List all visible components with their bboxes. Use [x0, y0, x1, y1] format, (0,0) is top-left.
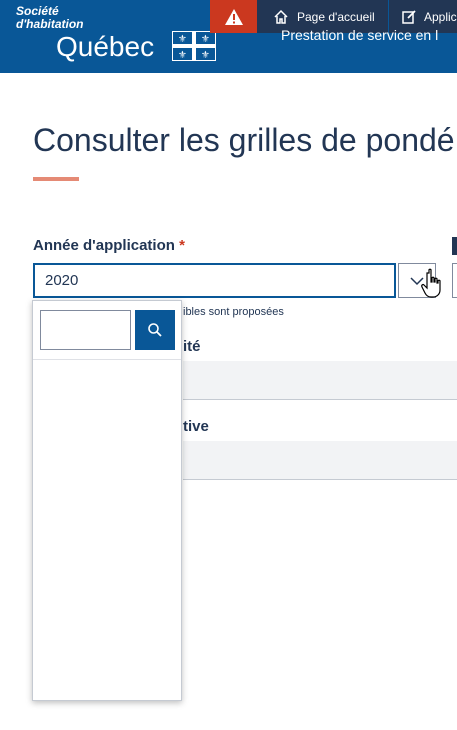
dropdown-divider	[33, 359, 181, 360]
edit-icon	[402, 9, 416, 24]
second-field-label-fragment	[452, 237, 457, 255]
year-select[interactable]: 2020	[33, 263, 396, 298]
nav-application-label: Applic	[424, 9, 457, 24]
nav-home-label: Page d'accueil	[297, 9, 375, 24]
second-field-input-fragment[interactable]	[452, 263, 457, 298]
page-title: Consulter les grilles de pondé	[33, 122, 455, 158]
svg-text:⚜: ⚜	[178, 34, 187, 45]
section-label-1: ité	[183, 338, 201, 355]
required-marker: *	[179, 237, 185, 254]
dropdown-search-button[interactable]	[135, 310, 175, 350]
logo-quebec: Québec	[56, 31, 155, 62]
search-icon	[148, 323, 162, 337]
svg-text:⚜: ⚜	[178, 50, 187, 61]
logo-line-habitation: d'habitation	[16, 17, 84, 31]
prestation-text: Prestation de service en l	[281, 27, 439, 43]
title-underline	[33, 177, 79, 181]
year-field-label-text: Année d'application	[33, 237, 175, 254]
section-row-2	[183, 441, 457, 480]
section-row-1	[183, 361, 457, 400]
year-field-label: Année d'application *	[33, 237, 185, 254]
warning-icon	[224, 8, 243, 25]
alert-button[interactable]	[210, 0, 257, 33]
year-dropdown-panel	[32, 300, 182, 701]
field-hint: ibles sont proposées	[183, 306, 284, 318]
site-header: Société d'habitation Québec ⚜ ⚜ ⚜ ⚜ Page…	[0, 0, 457, 73]
hand-cursor-icon	[421, 268, 441, 298]
svg-text:⚜: ⚜	[201, 50, 210, 61]
dropdown-search-input[interactable]	[40, 310, 131, 350]
home-icon	[274, 9, 288, 24]
section-label-2: tive	[183, 418, 209, 435]
svg-text:⚜: ⚜	[201, 34, 210, 45]
quebec-flag-icon: ⚜ ⚜ ⚜ ⚜	[172, 31, 216, 61]
